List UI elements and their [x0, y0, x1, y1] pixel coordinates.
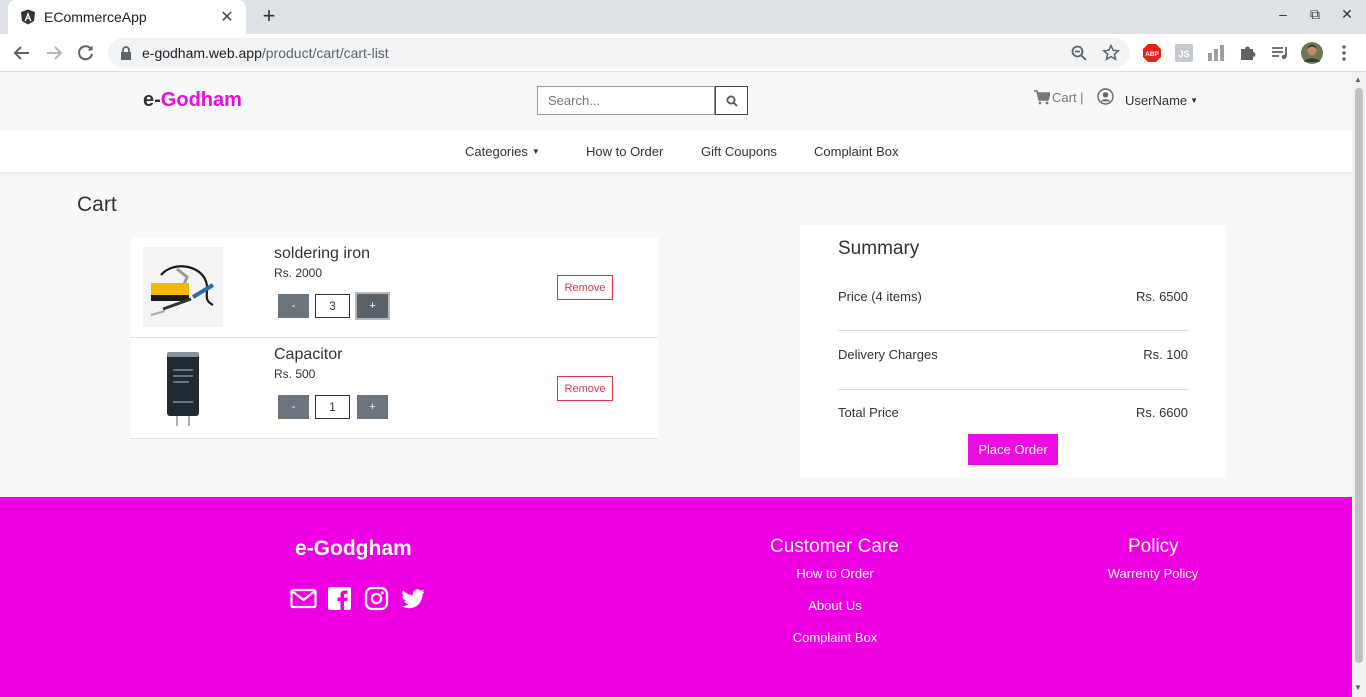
summary-title: Summary — [838, 238, 920, 259]
caret-down-icon: ▼ — [531, 147, 540, 156]
user-name: UserName — [1125, 93, 1188, 108]
svg-text:ABP: ABP — [1145, 51, 1159, 58]
logo-accent: Godham — [160, 89, 242, 111]
envelope-icon[interactable] — [290, 586, 317, 611]
cart-link[interactable]: Cart | — [1034, 90, 1084, 105]
close-window-icon[interactable]: ✕ — [1337, 6, 1357, 23]
zoom-icon[interactable] — [1070, 44, 1088, 62]
footer-link-complaint-box[interactable]: Complaint Box — [770, 630, 900, 645]
search-input[interactable] — [537, 86, 715, 115]
price-label: Price (4 items) — [838, 289, 922, 304]
divider — [838, 389, 1188, 390]
delivery-value: Rs. 100 — [1143, 347, 1188, 362]
footer-link-how-to-order[interactable]: How to Order — [770, 566, 900, 581]
policy-title: Policy — [1128, 536, 1179, 557]
page-scrollbar[interactable]: ▲ ▼ — [1352, 72, 1366, 697]
footer-link-warranty-policy[interactable]: Warrenty Policy — [1103, 566, 1203, 581]
restore-icon[interactable]: ⧉ — [1305, 6, 1325, 23]
reload-icon[interactable] — [75, 42, 97, 64]
cart-list: soldering iron Rs. 2000 - 3 + Remove Cap… — [130, 237, 658, 439]
social-links — [290, 586, 426, 611]
url-path: /product/cart/cart-list — [261, 45, 389, 61]
delivery-label: Delivery Charges — [838, 347, 938, 362]
browser-tab[interactable]: ECommerceApp ✕ — [8, 0, 246, 34]
delivery-row: Delivery Charges Rs. 100 — [838, 347, 1188, 362]
soldering-iron-image — [143, 247, 223, 327]
angular-favicon-icon — [21, 9, 35, 25]
price-value: Rs. 6500 — [1135, 289, 1188, 304]
user-menu[interactable]: UserName ▼ — [1125, 93, 1198, 108]
nav-categories[interactable]: Categories ▼ — [465, 144, 540, 159]
tab-title: ECommerceApp — [44, 9, 147, 25]
total-label: Total Price — [838, 405, 899, 420]
url-text: e-godham.web.app/product/cart/cart-list — [142, 45, 389, 61]
cart-item: soldering iron Rs. 2000 - 3 + Remove — [130, 237, 658, 338]
user-circle-icon[interactable] — [1097, 88, 1114, 105]
decrease-qty-button[interactable]: - — [278, 395, 309, 419]
remove-button[interactable]: Remove — [557, 376, 613, 401]
total-value: Rs. 6600 — [1135, 405, 1188, 420]
browser-toolbar: e-godham.web.app/product/cart/cart-list … — [0, 34, 1366, 72]
footer-brand: e-Godgham — [295, 537, 412, 560]
product-name: Capacitor — [274, 346, 343, 363]
cart-label: Cart | — [1052, 90, 1084, 105]
minimize-icon[interactable]: – — [1273, 6, 1293, 22]
product-name: soldering iron — [274, 245, 371, 262]
footer-link-about-us[interactable]: About Us — [770, 598, 900, 613]
scroll-up-icon[interactable]: ▲ — [1354, 75, 1362, 84]
main-nav: Categories ▼ How to Order Gift Coupons C… — [0, 130, 1352, 173]
svg-text:JS: JS — [1178, 49, 1189, 59]
lock-icon — [121, 46, 131, 60]
address-bar[interactable]: e-godham.web.app/product/cart/cart-list — [108, 38, 1130, 68]
search-icon — [726, 95, 738, 107]
price-row: Price (4 items) Rs. 6500 — [838, 289, 1188, 304]
order-summary: Summary Price (4 items) Rs. 6500 Deliver… — [800, 225, 1226, 478]
profile-avatar-icon[interactable] — [1301, 42, 1323, 64]
site-header: e-Godham Cart | UserName ▼ — [0, 72, 1352, 130]
nav-complaint-box[interactable]: Complaint Box — [814, 144, 899, 159]
javascript-toggle-icon[interactable]: JS — [1174, 43, 1194, 63]
scrollbar-thumb[interactable] — [1355, 88, 1363, 663]
scroll-down-icon[interactable]: ▼ — [1354, 683, 1362, 692]
search-button[interactable] — [715, 86, 748, 115]
adblock-icon[interactable]: ABP — [1142, 43, 1162, 63]
url-host: e-godham.web.app — [142, 45, 262, 61]
new-tab-icon[interactable]: + — [258, 5, 280, 28]
site-logo[interactable]: e-Godham — [143, 89, 242, 112]
nav-categories-label: Categories — [465, 144, 528, 159]
capacitor-image — [143, 348, 223, 428]
instagram-icon[interactable] — [364, 586, 389, 611]
facebook-icon[interactable] — [327, 586, 352, 611]
browser-tabstrip: ECommerceApp ✕ + – ⧉ ✕ — [0, 0, 1366, 34]
increase-qty-button[interactable]: + — [357, 395, 388, 419]
nav-how-to-order[interactable]: How to Order — [586, 144, 663, 159]
bookmark-star-icon[interactable] — [1102, 44, 1120, 62]
caret-down-icon: ▼ — [1190, 96, 1199, 105]
product-price: Rs. 2000 — [274, 266, 323, 280]
increase-qty-button[interactable]: + — [357, 294, 388, 318]
extension-grid-icon[interactable] — [1206, 43, 1226, 63]
browser-menu-icon[interactable] — [1334, 43, 1354, 63]
logo-prefix: e- — [143, 89, 161, 111]
cart-item: Capacitor Rs. 500 - 1 + Remove — [130, 338, 658, 439]
cart-icon — [1034, 90, 1050, 105]
tab-close-icon[interactable]: ✕ — [218, 7, 236, 27]
twitter-icon[interactable] — [401, 586, 426, 611]
site-footer: e-Godgham Customer Care How to Order Abo… — [0, 497, 1352, 697]
total-row: Total Price Rs. 6600 — [838, 405, 1188, 420]
page-title: Cart — [77, 193, 117, 216]
place-order-button[interactable]: Place Order — [968, 434, 1058, 465]
remove-button[interactable]: Remove — [557, 275, 613, 300]
media-queue-icon[interactable] — [1270, 43, 1290, 63]
product-price: Rs. 500 — [274, 367, 316, 381]
nav-gift-coupons[interactable]: Gift Coupons — [701, 144, 777, 159]
back-icon[interactable] — [11, 42, 33, 64]
decrease-qty-button[interactable]: - — [278, 294, 309, 318]
extensions-puzzle-icon[interactable] — [1238, 43, 1258, 63]
customer-care-title: Customer Care — [770, 536, 899, 557]
quantity-value: 1 — [315, 395, 350, 419]
forward-icon[interactable] — [43, 42, 65, 64]
quantity-value: 3 — [315, 294, 350, 318]
divider — [838, 330, 1188, 331]
